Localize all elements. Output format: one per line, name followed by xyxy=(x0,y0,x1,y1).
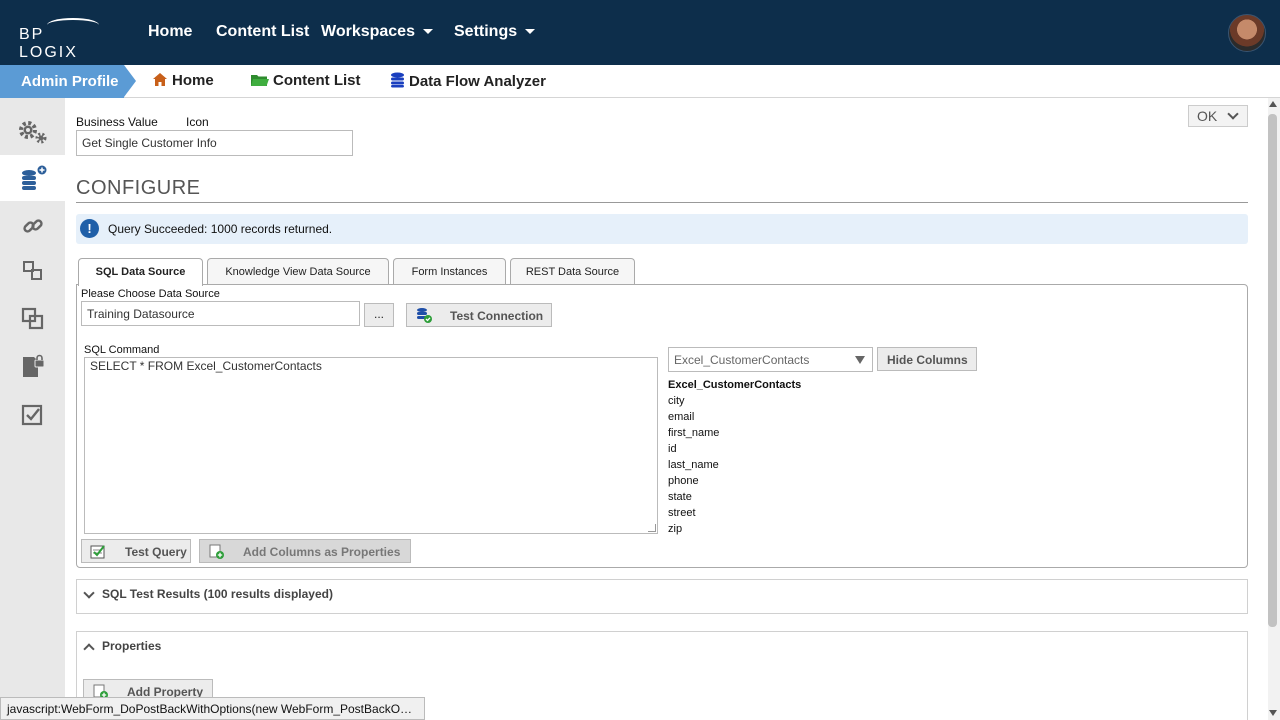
browse-datasource-button[interactable]: ... xyxy=(364,303,394,327)
table-select[interactable]: Excel_CustomerContacts xyxy=(668,347,873,372)
tab-form-instances[interactable]: Form Instances xyxy=(393,258,506,285)
test-connection-button[interactable]: Test Connection xyxy=(406,303,552,327)
gears-icon xyxy=(18,121,46,144)
main-content: Business Value Icon Get Single Customer … xyxy=(65,98,1268,720)
column-item: zip xyxy=(668,523,683,535)
chevron-down-icon xyxy=(1227,108,1239,120)
scrollbar-thumb[interactable] xyxy=(1268,114,1277,627)
nav-settings[interactable]: Settings xyxy=(454,23,536,41)
sidebar-item-tasks[interactable] xyxy=(0,392,65,438)
test-query-label: Test Query xyxy=(125,545,187,559)
sql-command-label: SQL Command xyxy=(84,344,160,356)
breadcrumb-home-label: Home xyxy=(172,72,214,89)
nav-home[interactable]: Home xyxy=(148,23,192,41)
tab-rest-data-source[interactable]: REST Data Source xyxy=(510,258,635,285)
sql-command-text: SELECT * FROM Excel_CustomerContacts xyxy=(90,359,322,373)
linked-boxes-icon xyxy=(22,261,42,280)
column-item: email xyxy=(668,411,695,423)
overlap-boxes-icon xyxy=(21,307,43,330)
sidebar-item-links[interactable] xyxy=(0,203,65,249)
chevron-down-icon xyxy=(525,29,536,35)
title-divider xyxy=(76,202,1248,203)
column-item: phone xyxy=(668,475,699,487)
breadcrumb-content-list-label: Content List xyxy=(273,72,361,89)
column-item: id xyxy=(668,443,677,455)
query-status-alert: ! Query Succeeded: 1000 records returned… xyxy=(76,214,1248,244)
alert-text: Query Succeeded: 1000 records returned. xyxy=(108,222,333,236)
business-value-label: Business Value xyxy=(76,115,158,129)
column-item: last_name xyxy=(668,459,719,471)
icon-label: Icon xyxy=(186,115,209,129)
datasource-input[interactable]: Training Datasource xyxy=(81,301,360,326)
database-check-icon xyxy=(415,307,433,327)
ok-button-label: OK xyxy=(1197,108,1218,124)
sidebar-item-settings[interactable] xyxy=(0,109,65,155)
test-connection-label: Test Connection xyxy=(450,309,544,323)
chevron-down-icon xyxy=(422,29,433,35)
column-item: first_name xyxy=(668,427,720,439)
folder-icon xyxy=(250,73,269,91)
dropdown-arrow-icon xyxy=(855,356,865,364)
ok-button[interactable]: OK xyxy=(1188,105,1248,127)
hide-columns-label: Hide Columns xyxy=(887,353,968,367)
breadcrumb-content-list[interactable]: Content List xyxy=(250,72,361,91)
sidebar-item-copies[interactable] xyxy=(0,296,65,342)
properties-title: Properties xyxy=(102,639,162,653)
add-columns-button[interactable]: Add Columns as Properties xyxy=(199,539,411,563)
sidebar-item-security[interactable] xyxy=(0,344,65,390)
nav-content-list[interactable]: Content List xyxy=(216,23,309,41)
column-item: street xyxy=(668,507,696,519)
chevron-up-icon[interactable] xyxy=(83,643,95,655)
sql-test-results-panel[interactable]: SQL Test Results (100 results displayed) xyxy=(76,579,1248,614)
database-icon xyxy=(390,72,405,92)
link-icon xyxy=(22,219,43,233)
add-columns-label: Add Columns as Properties xyxy=(243,545,401,559)
info-icon: ! xyxy=(80,219,99,238)
tab-knowledge-view[interactable]: Knowledge View Data Source xyxy=(207,258,389,285)
browser-status-bar: javascript:WebForm_DoPostBackWithOptions… xyxy=(0,697,425,720)
table-select-value: Excel_CustomerContacts xyxy=(674,353,810,367)
business-value-input[interactable]: Get Single Customer Info xyxy=(76,130,353,156)
column-list: Excel_CustomerContacts city email first_… xyxy=(668,377,801,537)
breadcrumb-admin-profile[interactable]: Admin Profile xyxy=(0,65,136,98)
locked-document-icon xyxy=(22,354,44,377)
column-list-table-name: Excel_CustomerContacts xyxy=(668,379,802,391)
sidebar-item-data-sources[interactable] xyxy=(0,155,65,201)
query-check-icon xyxy=(90,543,108,563)
sidebar-item-relations[interactable] xyxy=(0,248,65,294)
breadcrumb: Admin Profile Home Content List Data Flo… xyxy=(0,65,1280,98)
breadcrumb-data-flow-analyzer[interactable]: Data Flow Analyzer xyxy=(390,72,546,92)
nav-workspaces[interactable]: Workspaces xyxy=(321,23,433,41)
choose-datasource-label: Please Choose Data Source xyxy=(81,288,220,300)
home-icon xyxy=(152,72,168,91)
column-item: state xyxy=(668,491,692,503)
breadcrumb-home[interactable]: Home xyxy=(152,72,214,91)
nav-settings-label: Settings xyxy=(454,23,518,40)
add-document-icon xyxy=(208,543,226,563)
sql-test-results-title: SQL Test Results (100 results displayed) xyxy=(102,587,333,601)
sql-command-textarea[interactable]: SELECT * FROM Excel_CustomerContacts xyxy=(84,357,658,534)
page-title: CONFIGURE xyxy=(76,177,201,199)
logo-text: BP LOGIX xyxy=(19,26,78,61)
top-navigation: BP LOGIX Home Content List Workspaces Se… xyxy=(0,0,1280,65)
scroll-down-icon[interactable] xyxy=(1269,710,1277,716)
breadcrumb-data-flow-label: Data Flow Analyzer xyxy=(409,73,546,90)
hide-columns-button[interactable]: Hide Columns xyxy=(877,347,977,371)
checkbox-icon xyxy=(21,404,42,426)
test-query-button[interactable]: Test Query xyxy=(81,539,191,563)
column-item: city xyxy=(668,395,685,407)
left-sidebar xyxy=(0,98,65,720)
database-add-icon xyxy=(21,165,46,190)
bp-logix-logo[interactable]: BP LOGIX xyxy=(19,18,109,61)
resize-handle-icon[interactable] xyxy=(648,524,656,532)
tab-sql-data-source[interactable]: SQL Data Source xyxy=(78,258,203,286)
scroll-up-icon[interactable] xyxy=(1269,101,1277,107)
sql-tab-panel: Please Choose Data Source Training Datas… xyxy=(76,284,1248,568)
chevron-down-icon xyxy=(83,587,95,599)
user-avatar[interactable] xyxy=(1228,14,1266,52)
nav-workspaces-label: Workspaces xyxy=(321,23,415,40)
